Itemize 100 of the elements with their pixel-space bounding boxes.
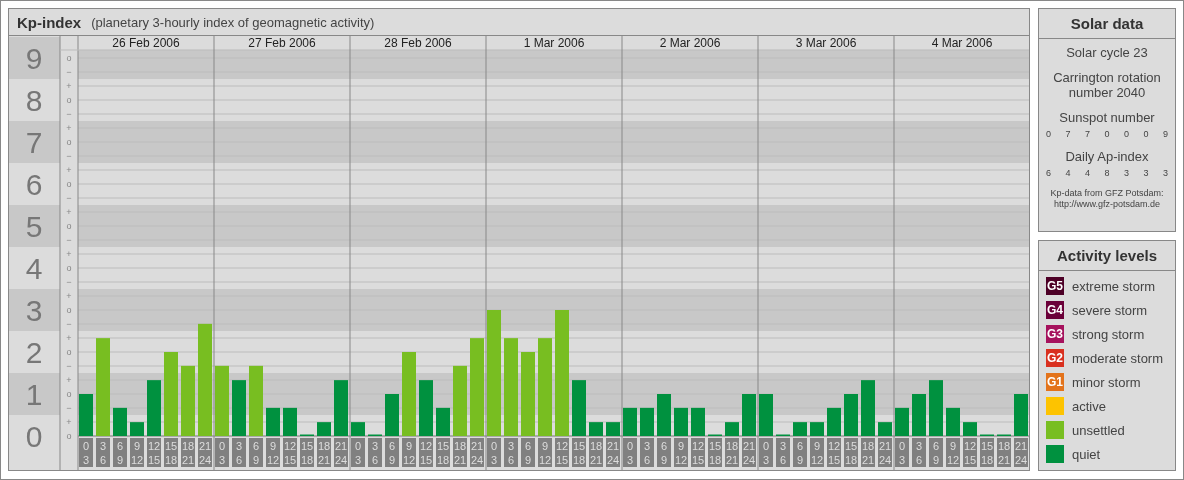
time-slot-label: 0 3 — [351, 438, 365, 467]
time-slot-label: 3 6 — [368, 438, 382, 467]
time-slot-label: 3 6 — [640, 438, 654, 467]
time-slot-label: 21 24 — [470, 438, 484, 467]
time-slot-label: 21 24 — [742, 438, 756, 467]
date-label: 26 Feb 2006 — [112, 36, 180, 50]
bar — [385, 394, 399, 436]
tick-label: o — [66, 263, 72, 273]
level-swatch: G1 — [1046, 373, 1064, 391]
bar — [657, 394, 671, 436]
bar — [317, 422, 331, 436]
sunspot-value: 0 — [1046, 129, 1051, 139]
time-slot-label: 21 24 — [334, 438, 348, 467]
time-slot-label: 9 12 — [810, 438, 824, 467]
sunspot-value: 0 — [1104, 129, 1110, 139]
bar — [113, 407, 127, 436]
bar — [674, 407, 688, 436]
axis-label: 3 — [25, 294, 43, 327]
time-slot-label: 18 21 — [589, 438, 603, 467]
time-slot-label: 9 12 — [946, 438, 960, 467]
bar — [589, 422, 603, 436]
time-slot-label: 6 9 — [385, 438, 399, 467]
level-label: extreme storm — [1072, 278, 1156, 294]
bar — [878, 422, 892, 436]
panel-title: Kp-index — [17, 13, 82, 31]
time-slot-label: 3 6 — [504, 438, 518, 467]
bar — [759, 394, 773, 436]
panel-subtitle: (planetary 3-hourly index of geomagnetic activity) — [91, 14, 375, 30]
time-slot-label: 6 9 — [521, 438, 535, 467]
time-slot-label: 15 18 — [572, 438, 586, 467]
sunspot-value: 9 — [1162, 129, 1168, 139]
bar — [946, 407, 960, 436]
time-slot-label: 18 21 — [997, 438, 1011, 467]
ap-index-value: 8 — [1104, 168, 1110, 178]
time-slot-label: 9 12 — [538, 438, 552, 467]
bar — [623, 407, 637, 436]
ap-index-value: 4 — [1065, 168, 1071, 178]
bar — [79, 394, 93, 436]
ap-index-value: 3 — [1123, 168, 1129, 178]
level-swatch: G4 — [1046, 301, 1064, 319]
tick-label: + — [66, 123, 72, 133]
bar — [453, 365, 467, 436]
level-label: severe storm — [1072, 302, 1148, 318]
time-slot-label: 3 6 — [912, 438, 926, 467]
credit-link[interactable]: http://www.gfz-potsdam.de — [1050, 199, 1164, 210]
bar — [572, 380, 586, 436]
bar — [640, 407, 654, 436]
panel-title: Solar data — [1039, 9, 1175, 39]
time-slot-label: 18 21 — [861, 438, 875, 467]
time-slot-label: 21 24 — [878, 438, 892, 467]
bar — [691, 407, 705, 436]
time-slot-label: 3 6 — [776, 438, 790, 467]
time-slot-label: 6 9 — [929, 438, 943, 467]
time-slot-label: 6 9 — [249, 438, 263, 467]
bar — [912, 394, 926, 436]
time-slot-label: 9 12 — [266, 438, 280, 467]
time-slot-label: 15 18 — [844, 438, 858, 467]
axis-label: 9 — [25, 42, 43, 75]
date-label: 3 Mar 2006 — [795, 36, 857, 50]
axis-label: 0 — [25, 420, 43, 453]
tick-label: − — [66, 361, 72, 371]
time-slot-label: 18 21 — [181, 438, 195, 467]
bar — [249, 365, 263, 436]
tick-label: + — [66, 291, 72, 301]
level-label: strong storm — [1072, 326, 1145, 342]
time-slot-label: 15 18 — [708, 438, 722, 467]
tick-label: − — [66, 151, 72, 161]
time-slot-label: 0 3 — [759, 438, 773, 467]
time-slot-label: 0 3 — [79, 438, 93, 467]
tick-label: − — [66, 277, 72, 287]
ap-index-value: 3 — [1143, 168, 1149, 178]
tick-label: + — [66, 81, 72, 91]
level-label: quiet — [1072, 446, 1101, 462]
bar — [963, 422, 977, 436]
time-slot-label: 9 12 — [130, 438, 144, 467]
tick-label: o — [66, 347, 72, 357]
tick-label: o — [66, 137, 72, 147]
time-slot-label: 6 9 — [113, 438, 127, 467]
bar — [810, 422, 824, 436]
time-slot-label: 15 18 — [436, 438, 450, 467]
level-swatch: G3 — [1046, 325, 1064, 343]
bar — [895, 407, 909, 436]
tick-label: + — [66, 207, 72, 217]
time-slot-label: 0 3 — [215, 438, 229, 467]
level-swatch: G5 — [1046, 277, 1064, 295]
bar — [283, 407, 297, 436]
axis-label: 4 — [25, 252, 43, 285]
time-slot-label: 6 9 — [657, 438, 671, 467]
level-label: unsettled — [1072, 422, 1125, 438]
ap-index-label: Daily Ap-index — [1065, 149, 1149, 164]
time-slot-label: 12 15 — [283, 438, 297, 467]
tick-label: + — [66, 333, 72, 343]
date-label: 2 Mar 2006 — [659, 36, 721, 50]
time-slot-label: 21 24 — [1014, 438, 1028, 467]
sunspot-value: 7 — [1065, 129, 1071, 139]
bar — [606, 422, 620, 436]
bar — [861, 380, 875, 436]
time-slot-label: 0 3 — [623, 438, 637, 467]
time-slot-label: 12 15 — [419, 438, 433, 467]
panel-title: Activity levels — [1039, 241, 1175, 271]
